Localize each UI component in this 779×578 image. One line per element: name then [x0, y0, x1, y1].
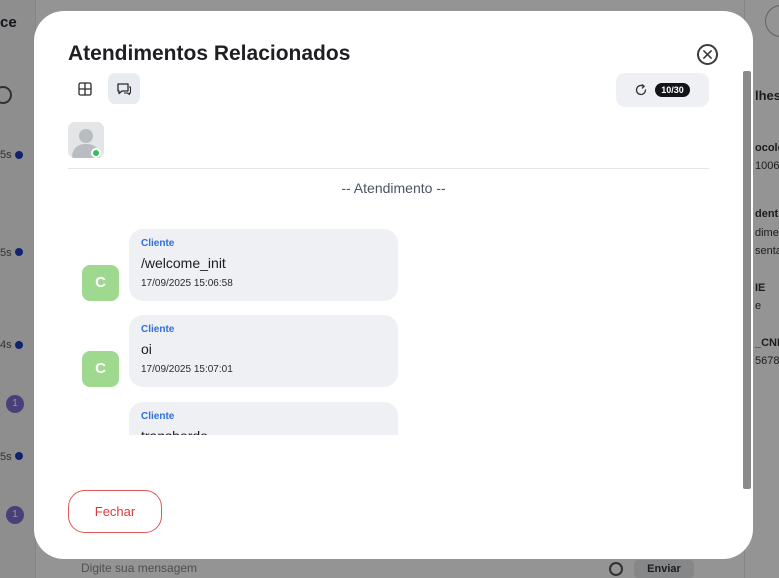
message-item: C Cliente /welcome_init 17/09/2025 15:06… [68, 229, 468, 301]
message-text: /welcome_init [141, 255, 226, 271]
grid-icon [78, 81, 92, 96]
message-list[interactable]: C Cliente /welcome_init 17/09/2025 15:06… [68, 215, 468, 435]
refresh-icon[interactable] [634, 83, 648, 97]
message-sender: Cliente [141, 411, 175, 422]
pagination-counter: 10/30 [616, 73, 709, 107]
message-bubble: Cliente transbordo [129, 402, 398, 435]
attendance-count-badge: 10/30 [655, 83, 690, 97]
message-timestamp: 17/09/2025 15:07:01 [141, 364, 233, 375]
chat-view-button[interactable] [108, 73, 140, 104]
message-text: oi [141, 341, 152, 357]
scrollbar[interactable] [743, 71, 751, 489]
online-status-dot [91, 148, 101, 158]
message-item: C Cliente oi 17/09/2025 15:07:01 [68, 315, 468, 387]
sender-avatar: C [82, 351, 119, 387]
sender-avatar: C [82, 265, 119, 301]
modal-title: Atendimentos Relacionados [68, 42, 351, 65]
message-item: C Cliente transbordo [68, 402, 468, 435]
message-timestamp: 17/09/2025 15:06:58 [141, 278, 233, 289]
grid-view-button[interactable] [69, 73, 101, 104]
related-attendances-modal: Atendimentos Relacionados 10/30 -- Atend… [34, 11, 753, 559]
message-sender: Cliente [141, 324, 175, 335]
message-bubble: Cliente oi 17/09/2025 15:07:01 [129, 315, 398, 387]
close-icon[interactable] [697, 44, 718, 65]
chat-bubbles-icon [117, 82, 132, 95]
message-bubble: Cliente /welcome_init 17/09/2025 15:06:5… [129, 229, 398, 301]
close-button[interactable]: Fechar [68, 490, 162, 533]
message-sender: Cliente [141, 238, 175, 249]
section-label: -- Atendimento -- [341, 180, 446, 196]
divider [68, 168, 709, 169]
message-text: transbordo [141, 428, 208, 435]
